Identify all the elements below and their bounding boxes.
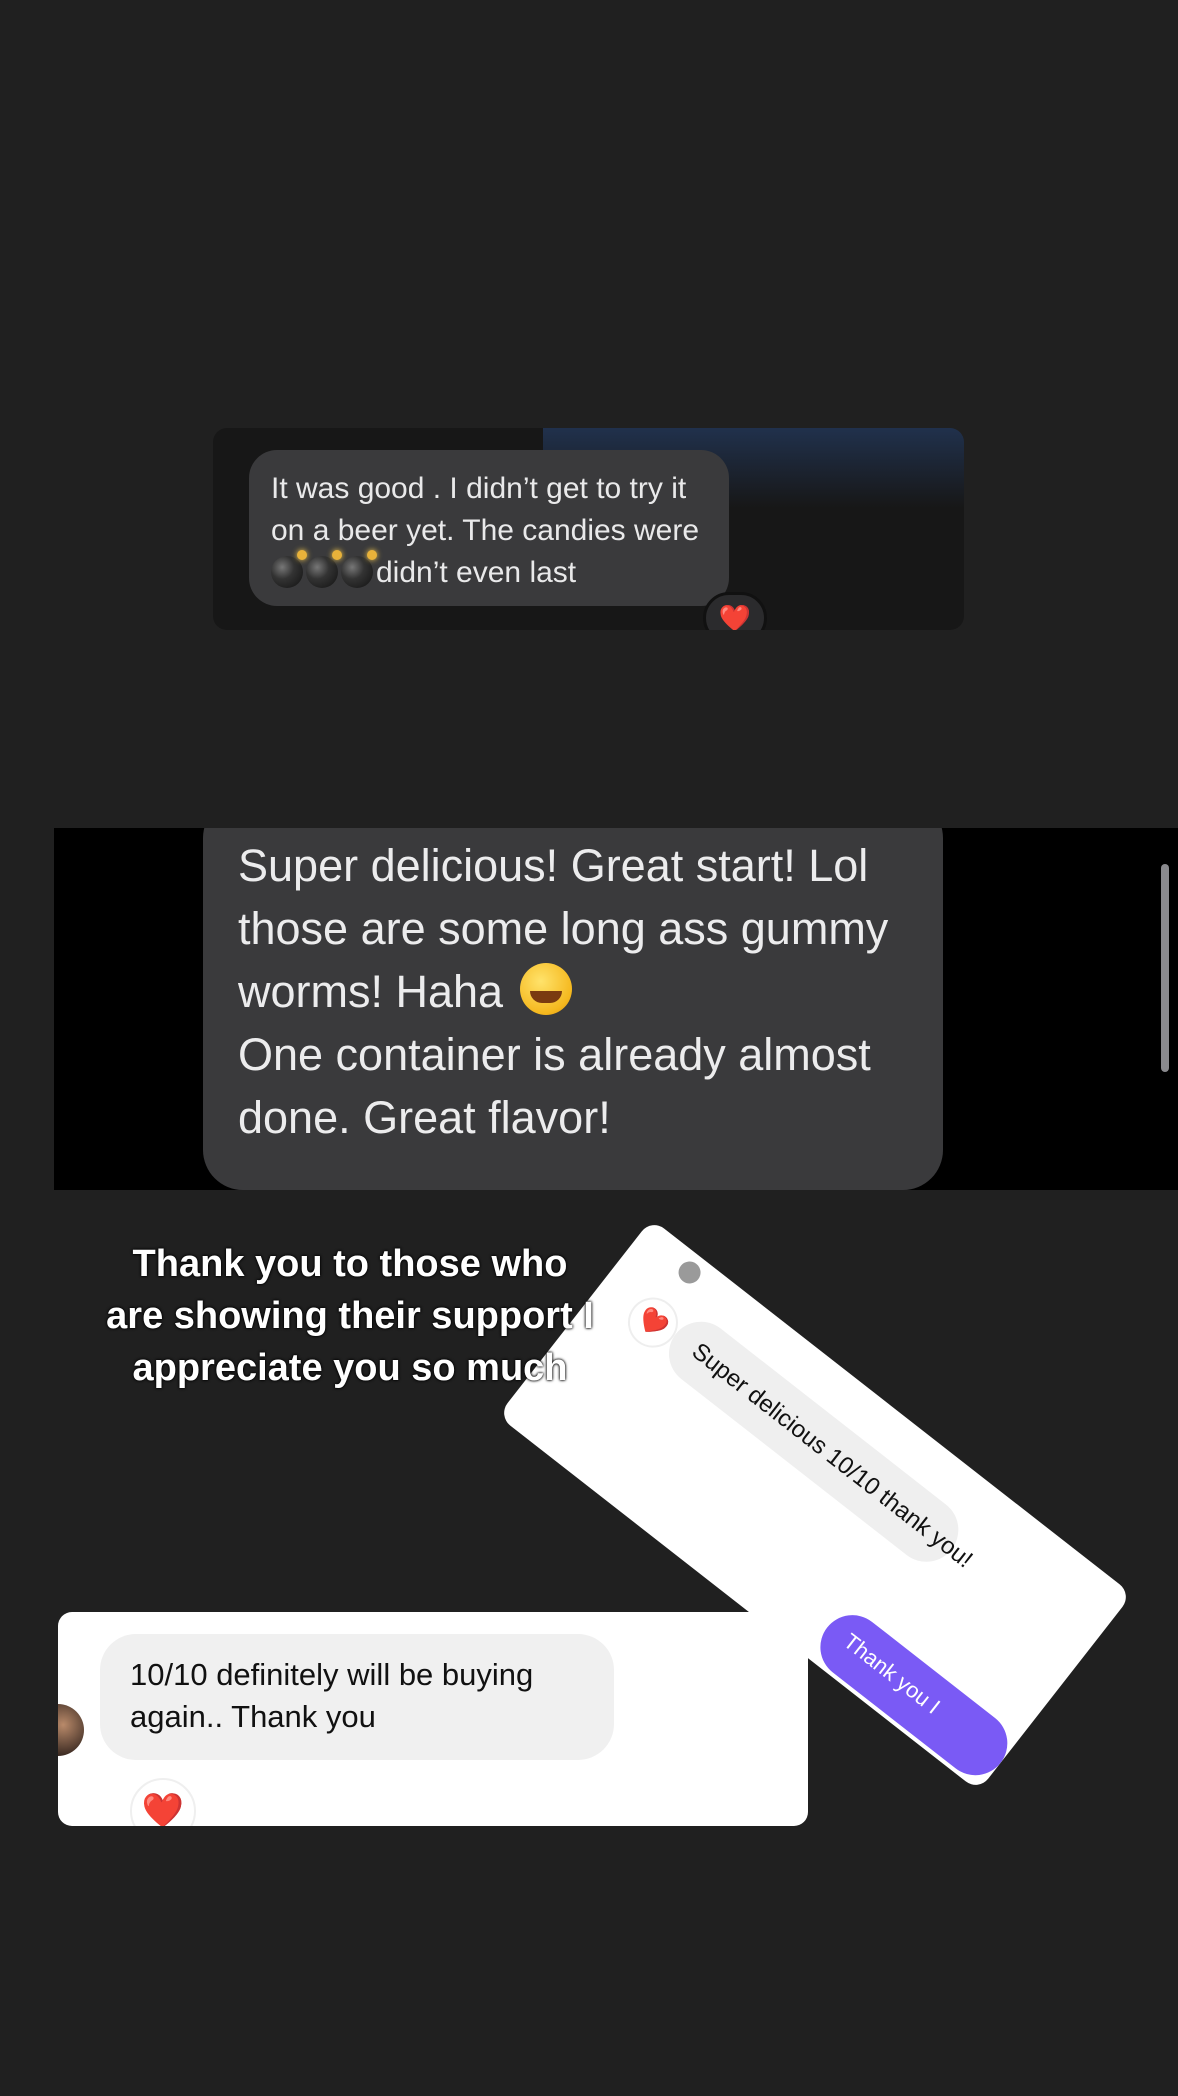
- message-screenshot-2: Super delicious! Great start! Lol those …: [54, 828, 1178, 1190]
- message-line: those are some long ass gummy: [238, 903, 889, 954]
- message-bubble[interactable]: Super delicious 10/10 thank you!: [656, 1308, 978, 1575]
- message-screenshot-4: 10/10 definitely will be buying again.. …: [58, 1612, 808, 1826]
- message-bubble[interactable]: 10/10 definitely will be buying again.. …: [100, 1634, 614, 1760]
- message-text: worms! Haha: [238, 966, 504, 1017]
- message-text: didn’t even last: [376, 556, 577, 589]
- caption-text: Thank you to those who are showing their…: [70, 1238, 630, 1394]
- message-line: One container is already almost: [238, 1029, 871, 1080]
- caption-line: Thank you to those who: [132, 1243, 568, 1285]
- sent-message-bubble[interactable]: Thank you I: [807, 1602, 1021, 1789]
- message-bubble[interactable]: It was good . I didn’t get to try it on …: [249, 450, 729, 606]
- bomb-emoji-icon: [271, 550, 307, 588]
- message-line: on a beer yet. The candies were: [271, 514, 700, 547]
- caption-line: appreciate you so much: [132, 1347, 568, 1389]
- message-screenshot-1: It was good . I didn’t get to try it on …: [213, 428, 964, 630]
- avatar: [674, 1257, 706, 1288]
- message-line: worms! Haha: [238, 960, 908, 1023]
- avatar: [58, 1704, 84, 1756]
- message-line: 10/10 definitely will be buying: [130, 1657, 534, 1692]
- message-line: It was good . I didn’t get to try it: [271, 472, 687, 505]
- message-line: didn’t even last: [271, 550, 707, 594]
- heart-reaction-icon[interactable]: ❤️: [703, 592, 767, 630]
- message-line: again.. Thank you: [130, 1699, 376, 1734]
- message-line: done. Great flavor!: [238, 1092, 611, 1143]
- message-line: Super delicious! Great start! Lol: [238, 840, 869, 891]
- heart-reaction-icon[interactable]: ❤️: [130, 1778, 196, 1826]
- bomb-emoji-icon: [341, 550, 377, 588]
- bomb-emoji-icon: [306, 550, 342, 588]
- laughing-emoji-icon: [519, 963, 572, 1015]
- scrollbar[interactable]: [1161, 864, 1169, 1072]
- message-bubble[interactable]: Super delicious! Great start! Lol those …: [203, 828, 943, 1190]
- caption-line: are showing their support I: [106, 1295, 594, 1337]
